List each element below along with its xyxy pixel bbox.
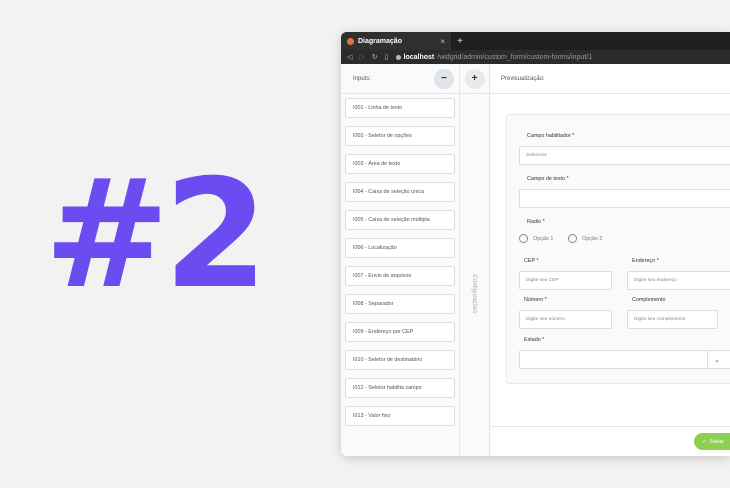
radio-circle-icon (568, 234, 577, 243)
complemento-label: Complemento (632, 297, 666, 303)
campo-habilitador-select[interactable]: Selecione (519, 146, 730, 165)
app-content: Inputs: − I001 - Linha de texto I002 - S… (341, 64, 730, 456)
estado-label: Estado * (524, 337, 545, 343)
site-info-icon[interactable] (395, 54, 401, 60)
estado-select[interactable]: ⌄ (519, 350, 730, 369)
radio-option-2[interactable]: Opção 2 (568, 234, 602, 243)
settings-vertical-label: Configurações (471, 274, 477, 314)
input-item[interactable]: I004 - Caixa de seleção única (345, 182, 455, 202)
input-item[interactable]: I009 - Endereço por CEP (345, 322, 455, 342)
campo-habilitador-label: Campo habilitador * (527, 133, 575, 139)
reload-icon[interactable]: ↻ (372, 53, 378, 61)
new-tab-icon[interactable]: + (457, 36, 463, 47)
radio-option-label: Opção 1 (533, 235, 554, 242)
inputs-list: I001 - Linha de texto I002 - Seletor de … (341, 94, 459, 426)
input-item[interactable]: I001 - Linha de texto (345, 98, 455, 118)
campo-texto-label: Campo de texto * (527, 176, 569, 182)
tab-title: Diagramação (358, 37, 402, 45)
input-item[interactable]: I013 - Valor fixo (345, 406, 455, 426)
address-bar: ◁ ▷ ↻ ▯ localhost/widgrid/admin/custom_f… (341, 50, 730, 64)
browser-tab-bar: Diagramação × + (341, 32, 730, 50)
numero-label: Número * (524, 297, 547, 303)
radio-option-1[interactable]: Opção 1 (519, 234, 553, 243)
radio-option-label: Opção 2 (582, 235, 603, 242)
input-item[interactable]: I010 - Seletor de destinatário (345, 350, 455, 370)
hero-number: #2 (44, 148, 268, 322)
cep-input[interactable]: Digite seu CEP (519, 271, 612, 290)
complemento-input[interactable]: Digite seu complemento (627, 310, 718, 329)
input-item[interactable]: I007 - Envio de arquivos (345, 266, 455, 286)
browser-window: Diagramação × + ◁ ▷ ↻ ▯ localhost/widgri… (341, 32, 730, 456)
inputs-header: Inputs: − (341, 64, 459, 94)
collapse-button[interactable]: − (434, 68, 454, 89)
campo-texto-input[interactable] (519, 189, 730, 208)
browser-tab[interactable]: Diagramação × (341, 32, 451, 50)
chevron-down-icon[interactable]: ⌄ (707, 351, 726, 368)
add-button[interactable]: + (464, 68, 485, 89)
input-item[interactable]: I012 - Seletor habilita campo (345, 378, 455, 398)
favicon-icon (347, 37, 354, 45)
numero-input[interactable]: Digite seu número (519, 310, 612, 329)
endereco-label: Endereço * (632, 258, 659, 264)
cep-label: CEP * (524, 258, 539, 264)
preview-footer: ✓ Salvar (490, 426, 730, 456)
url-host: localhost (403, 53, 435, 61)
input-item[interactable]: I008 - Separador (345, 294, 455, 314)
radio-label: Radio * (527, 219, 545, 225)
inputs-panel: Inputs: − I001 - Linha de texto I002 - S… (341, 64, 460, 456)
input-item[interactable]: I005 - Caixa de seleção múltipla (345, 210, 455, 230)
tab-close-icon[interactable]: × (440, 37, 445, 46)
url-field[interactable]: localhost/widgrid/admin/custom_form/cust… (395, 53, 593, 61)
preview-form: Campo habilitador * Selecione Campo de t… (506, 114, 730, 384)
input-item[interactable]: I003 - Área de texto (345, 154, 455, 174)
input-item[interactable]: I002 - Seletor de opções (345, 126, 455, 146)
check-icon: ✓ (702, 438, 707, 445)
back-icon[interactable]: ◁ (347, 53, 352, 61)
inputs-label: Inputs: (353, 75, 372, 82)
save-label: Salvar (709, 438, 725, 445)
url-path: /widgrid/admin/custom_form/custom-forms/… (437, 53, 593, 61)
input-item[interactable]: I006 - Localização (345, 238, 455, 258)
bookmark-icon[interactable]: ▯ (385, 53, 389, 61)
forward-icon[interactable]: ▷ (359, 53, 364, 61)
save-button[interactable]: ✓ Salvar (694, 433, 730, 450)
settings-panel: + Configurações (460, 64, 490, 456)
endereco-input[interactable]: Digite seu endereço (627, 271, 730, 290)
preview-header: Previsualização: (490, 64, 730, 94)
preview-panel: Previsualização: Campo habilitador * Sel… (490, 64, 730, 456)
radio-circle-icon (519, 234, 528, 243)
settings-header: + (460, 64, 489, 94)
